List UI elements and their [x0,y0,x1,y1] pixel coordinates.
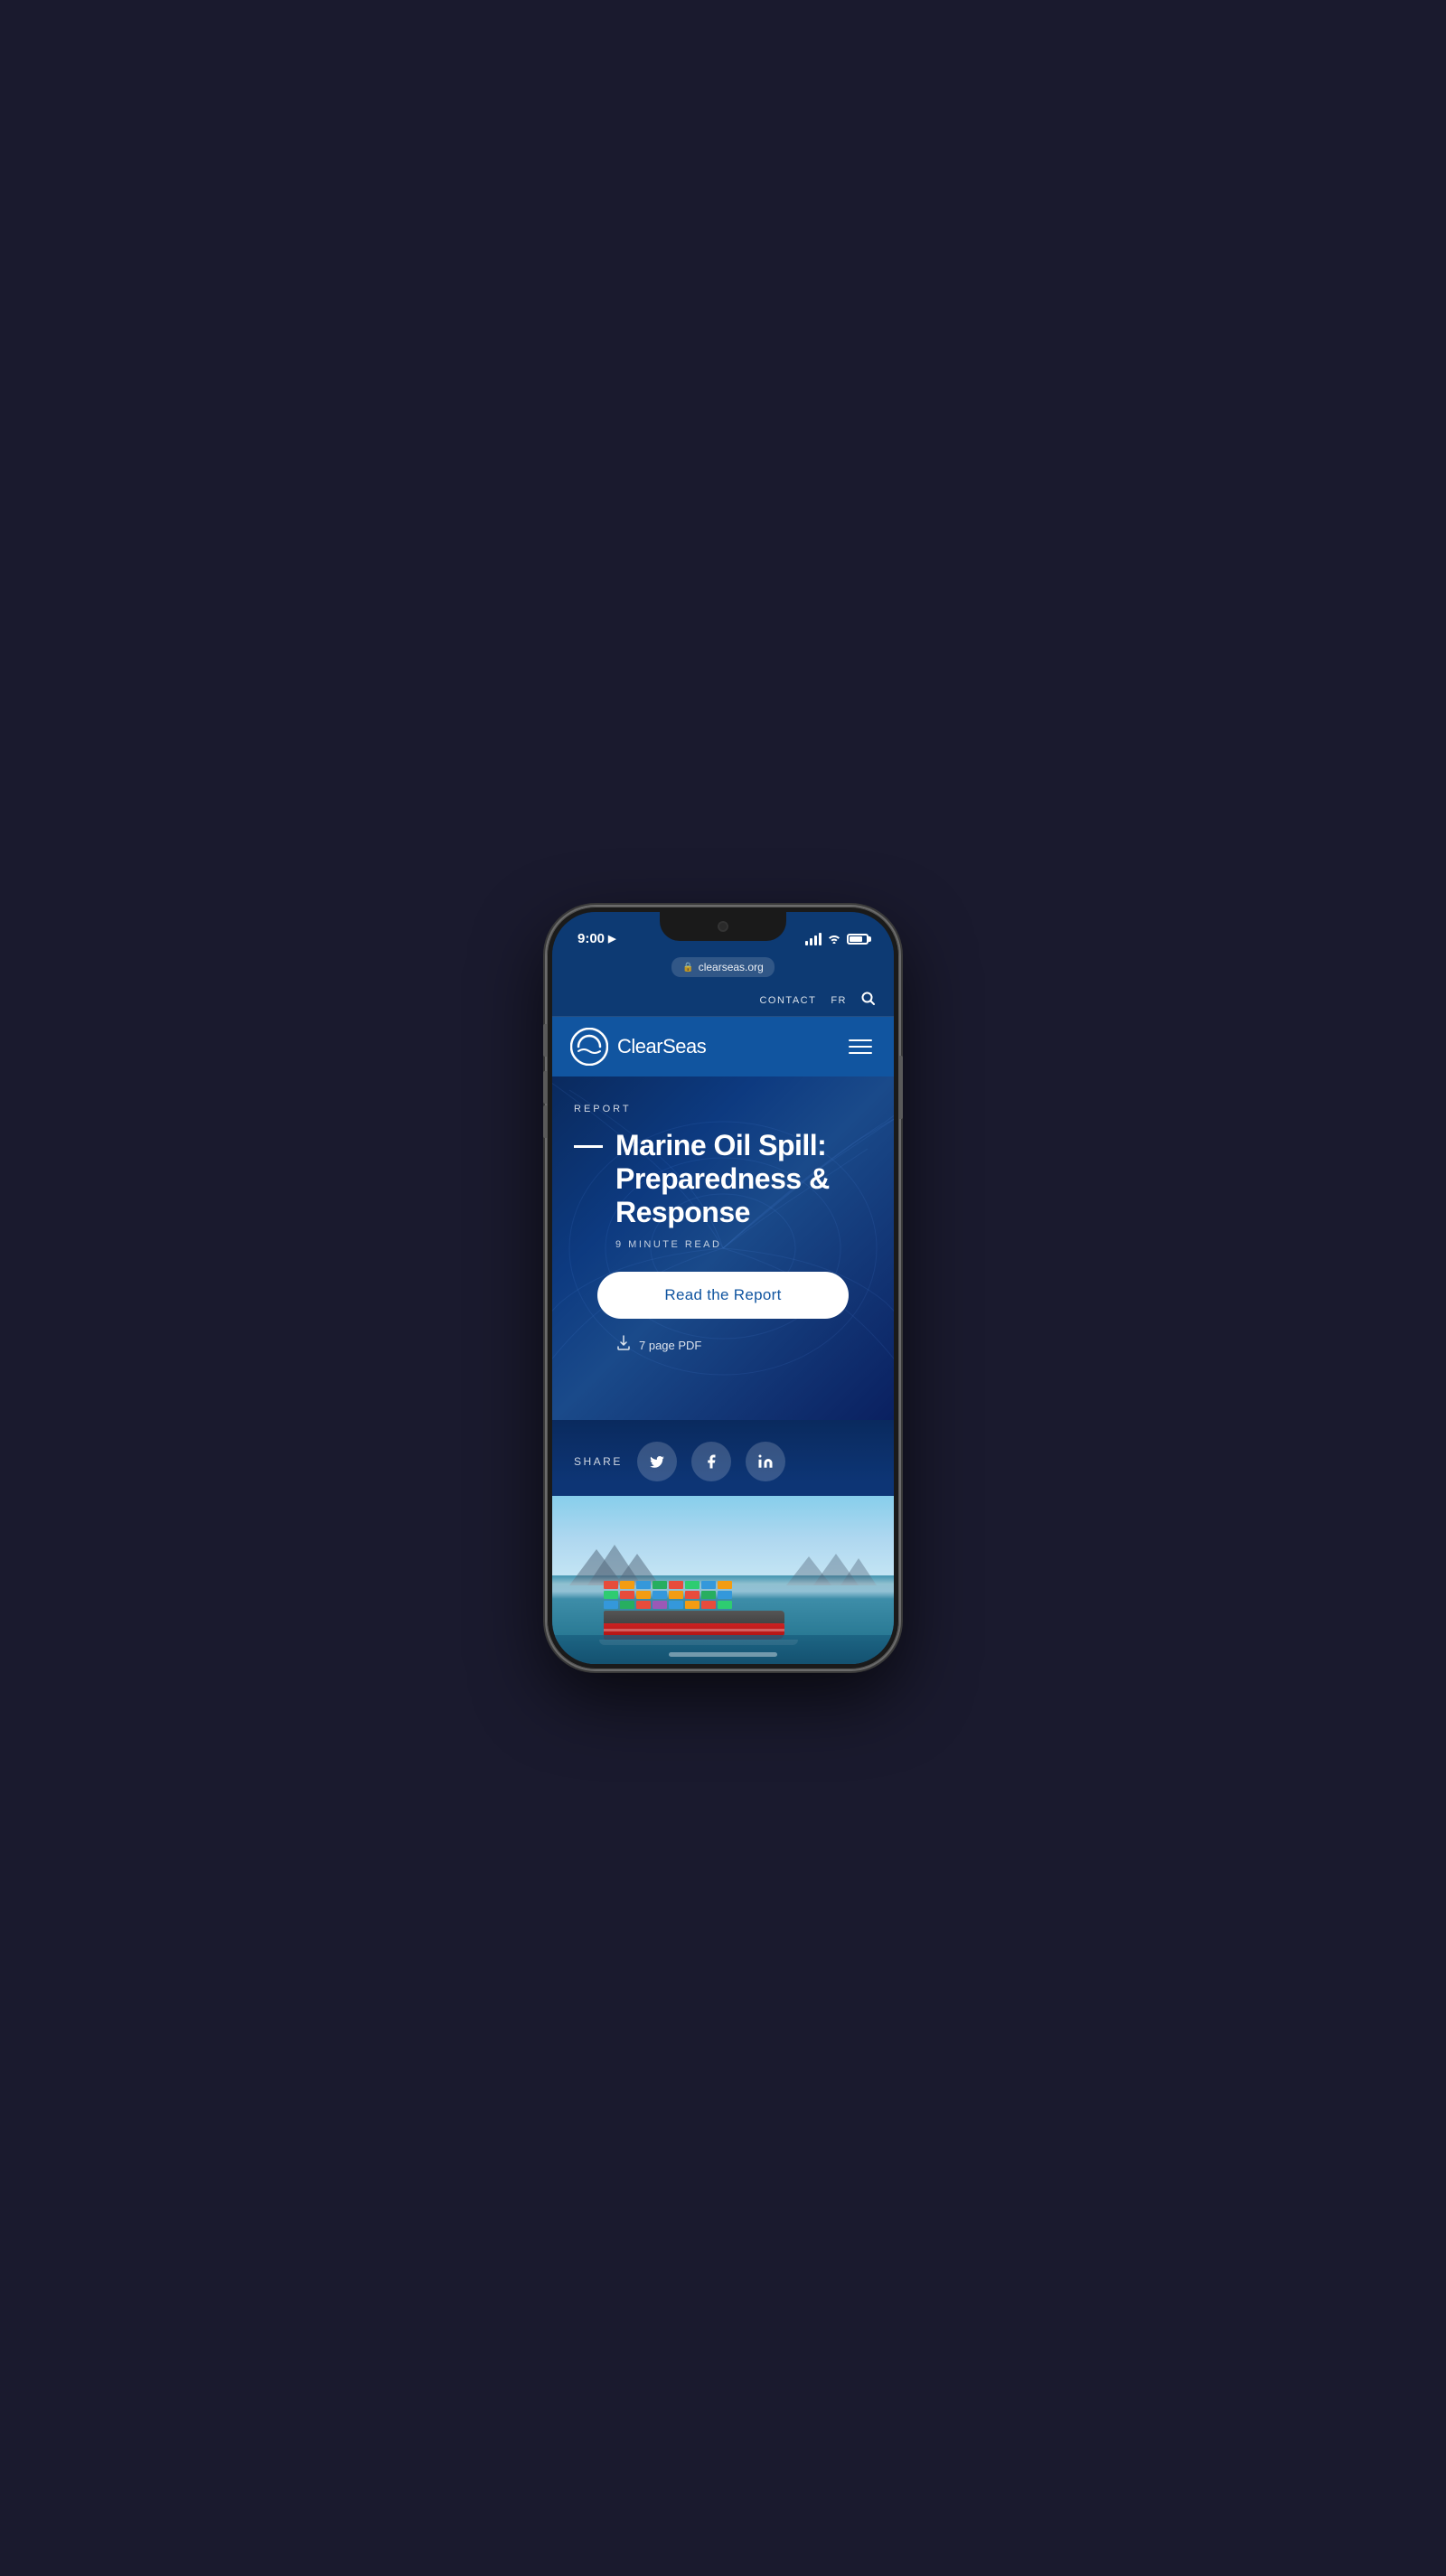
report-category-label: REPORT [574,1104,872,1114]
phone-notch [660,912,786,941]
main-navigation: ClearSeas [552,1017,894,1076]
share-label: SHARE [574,1455,623,1468]
twitter-share-button[interactable] [637,1442,677,1481]
clearseas-logo-icon [570,1028,608,1066]
contact-link[interactable]: CONTACT [759,995,816,1006]
hero-content: REPORT Marine Oil Spill: Preparedness & … [574,1104,872,1356]
logo-text: ClearSeas [617,1035,706,1058]
read-time-label: 9 MINUTE READ [615,1239,872,1250]
pdf-label-text: 7 page PDF [639,1339,701,1352]
download-icon [615,1335,632,1356]
hero-title-row: Marine Oil Spill: Preparedness & Respons… [574,1129,872,1228]
location-arrow-icon: ▶ [608,933,615,945]
ship-image [552,1496,894,1664]
phone-frame: 9:00 ▶ [547,907,899,1669]
home-indicator[interactable] [669,1652,777,1657]
share-section: SHARE [552,1420,894,1481]
linkedin-share-button[interactable] [746,1442,785,1481]
status-icons [805,932,869,946]
phone-screen: 9:00 ▶ [552,912,894,1664]
top-navigation: CONTACT FR [552,986,894,1017]
battery-icon [847,934,869,945]
read-report-button[interactable]: Read the Report [597,1272,848,1319]
hamburger-line-1 [849,1039,872,1041]
hamburger-line-3 [849,1052,872,1054]
water-reflection [552,1635,894,1664]
phone-mockup: 9:00 ▶ [533,899,913,1677]
hamburger-line-2 [849,1046,872,1048]
url-text: clearseas.org [699,961,764,973]
logo[interactable]: ClearSeas [570,1028,706,1066]
url-bar[interactable]: 🔒 clearseas.org [552,952,894,986]
ship-image-section [552,1481,894,1664]
hero-section: .swirl-line { fill: none; stroke: rgba(1… [552,1076,894,1420]
status-time: 9:00 ▶ [577,931,616,946]
hero-title: Marine Oil Spill: Preparedness & Respons… [615,1129,872,1228]
search-icon[interactable] [861,992,876,1009]
hamburger-menu-button[interactable] [845,1036,876,1058]
lock-icon: 🔒 [682,963,693,973]
pdf-download-link[interactable]: 7 page PDF [615,1335,872,1356]
wifi-icon [827,932,841,946]
front-camera [718,921,728,932]
fr-language-link[interactable]: FR [831,995,847,1006]
signal-icon [805,933,822,945]
title-decorative-dash [574,1145,603,1148]
facebook-share-button[interactable] [691,1442,731,1481]
